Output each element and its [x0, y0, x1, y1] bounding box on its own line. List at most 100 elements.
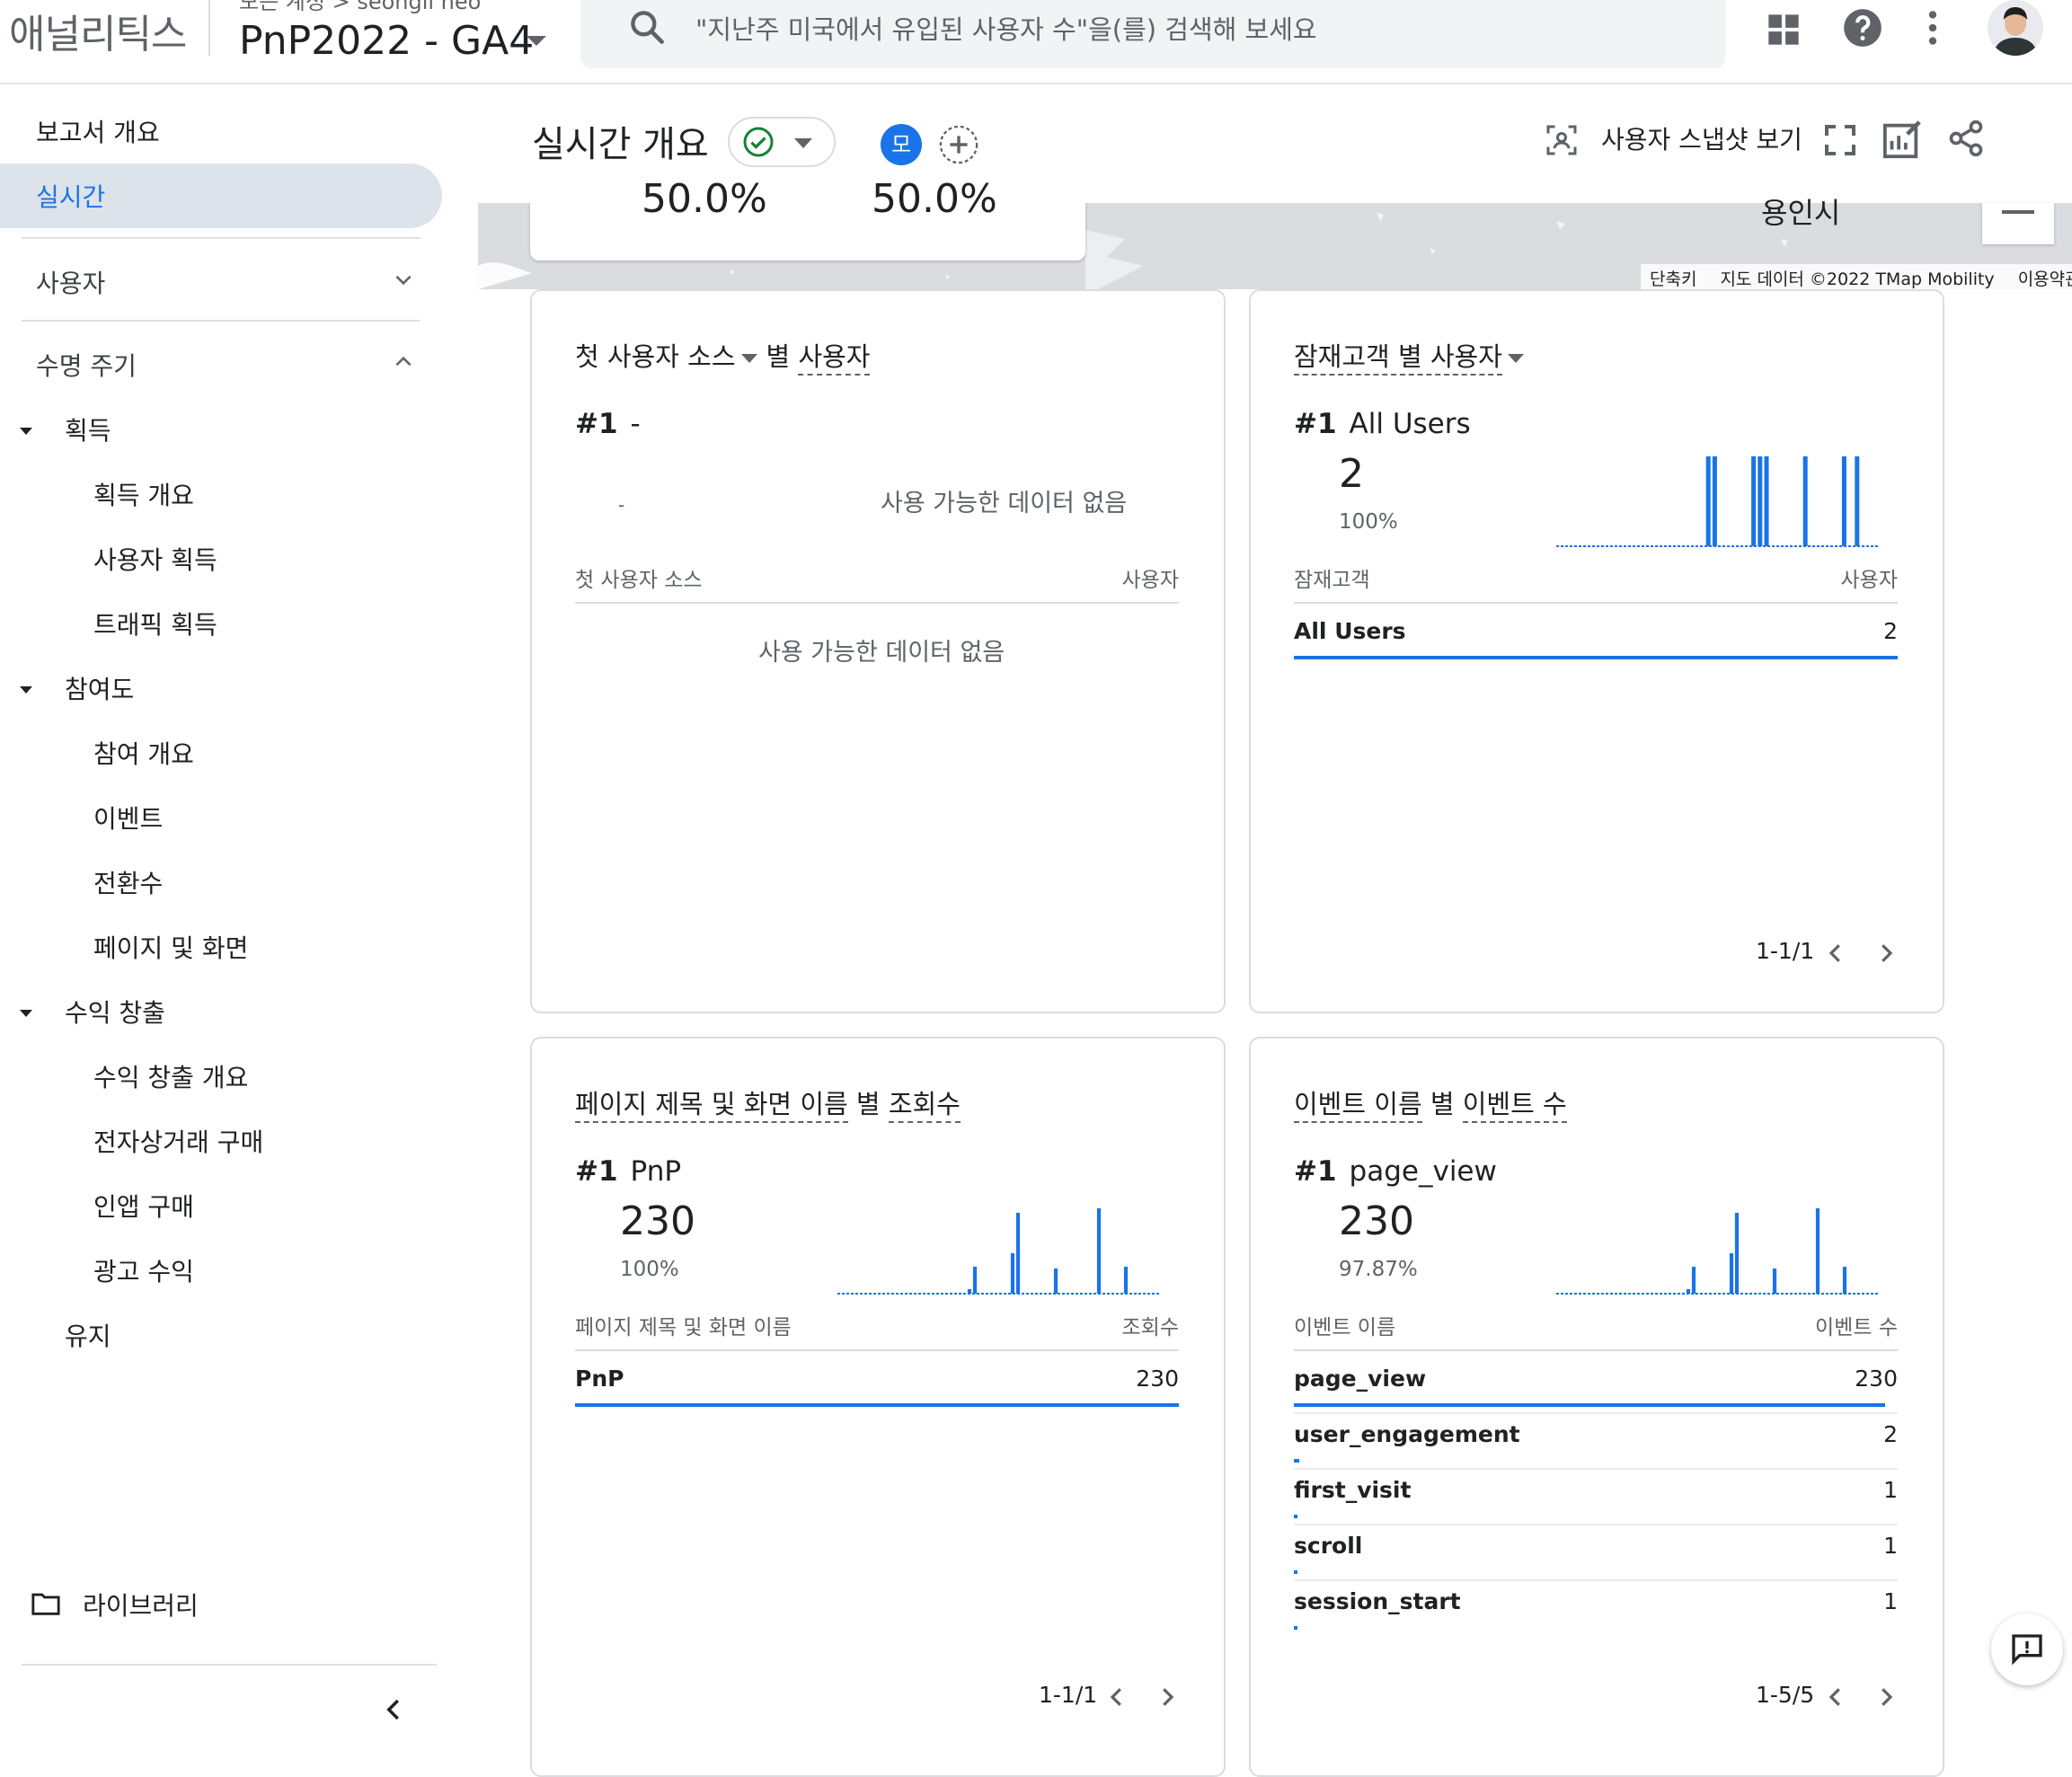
chevron-up-icon[interactable] — [392, 350, 415, 374]
column-header-dimension[interactable]: 잠재고객 — [1294, 562, 1370, 593]
chevron-down-icon[interactable] — [392, 268, 415, 291]
search-input[interactable]: "지난주 미국에서 유입된 사용자 수"을(를) 검색해 보세요 — [695, 9, 1317, 47]
sparkline-bar — [1841, 456, 1846, 546]
chevron-left-icon[interactable] — [1822, 940, 1849, 967]
top-item-label: - — [630, 408, 641, 440]
share-icon[interactable] — [1946, 117, 1986, 160]
sidebar-divider — [22, 237, 421, 239]
column-header-metric[interactable]: 이벤트 수 — [1815, 1310, 1898, 1340]
pagination-label: 1-1/1 — [1756, 938, 1815, 964]
table-row[interactable]: PnP 230 — [575, 1360, 1179, 1414]
dimension-selector[interactable]: 첫 사용자 소스 — [575, 341, 736, 372]
metric-label[interactable]: 이벤트 수 — [1462, 1089, 1567, 1123]
top-bar: 애널리틱스 모든 계정 > seongil heo PnP2022 - GA4 … — [0, 0, 2072, 84]
feedback-icon — [2012, 1634, 2042, 1666]
table-row[interactable]: All Users 2 — [1294, 613, 1898, 667]
sidebar-section-user[interactable]: 사용자 — [36, 264, 105, 300]
sidebar-item-monetization[interactable]: 수익 창출 — [65, 994, 165, 1030]
more-vert-icon[interactable] — [1910, 5, 1955, 50]
column-header-metric[interactable]: 사용자 — [1841, 562, 1898, 593]
column-header-metric[interactable]: 사용자 — [1122, 562, 1179, 593]
pagination-label: 1-1/1 — [1039, 1682, 1098, 1708]
table-row[interactable]: session_start 1 — [1294, 1583, 1898, 1637]
add-comparison-icon[interactable] — [938, 124, 979, 165]
dropdown-caret-icon[interactable] — [740, 354, 757, 363]
expand-triangle-icon[interactable] — [20, 428, 32, 435]
table-row[interactable]: page_view 230 — [1294, 1360, 1898, 1414]
column-header-dimension[interactable]: 이벤트 이름 — [1294, 1310, 1395, 1340]
chevron-left-icon[interactable] — [1822, 1684, 1849, 1711]
account-breadcrumb[interactable]: 모든 계정 > seongil heo — [239, 0, 481, 15]
card-title-by: 별 — [1430, 1089, 1455, 1119]
sidebar-item-ad-revenue[interactable]: 광고 수익 — [93, 1252, 194, 1288]
app-name[interactable]: 애널리틱스 — [9, 2, 187, 59]
card-first-user-source: 첫 사용자 소스 별 사용자 #1- - 사용 가능한 데이터 없음 첫 사용자 … — [530, 289, 1226, 1013]
dimension-selector[interactable]: 잠재고객 별 사용자 — [1294, 341, 1502, 376]
feedback-button[interactable] — [1991, 1613, 2063, 1685]
chevron-right-icon[interactable] — [1873, 940, 1899, 967]
top-item: #1- — [575, 408, 641, 440]
user-snapshot-button[interactable]: 사용자 스냅샷 보기 — [1601, 120, 1802, 156]
card-title: 첫 사용자 소스 별 사용자 — [575, 336, 871, 376]
property-dropdown-caret-icon[interactable] — [527, 36, 546, 46]
column-header-dimension[interactable]: 첫 사용자 소스 — [575, 562, 703, 593]
dimension-label[interactable]: 페이지 제목 및 화면 이름 — [575, 1089, 848, 1123]
sidebar-item-acquisition-overview[interactable]: 획득 개요 — [93, 476, 194, 512]
avatar[interactable] — [1988, 0, 2043, 56]
expand-triangle-icon[interactable] — [20, 686, 32, 694]
column-header-dimension[interactable]: 페이지 제목 및 화면 이름 — [575, 1310, 792, 1340]
search-icon[interactable] — [627, 7, 667, 47]
collapse-sidebar-icon[interactable] — [381, 1696, 408, 1723]
sidebar-item-library[interactable]: 라이브러리 — [83, 1587, 199, 1622]
dropdown-caret-icon[interactable] — [1507, 354, 1524, 363]
data-status-chip[interactable] — [728, 117, 836, 167]
row-label: PnP — [575, 1366, 624, 1392]
dimension-label[interactable]: 이벤트 이름 — [1294, 1089, 1422, 1123]
sidebar-item-report-overview[interactable]: 보고서 개요 — [36, 113, 160, 149]
sidebar-item-user-acquisition[interactable]: 사용자 획득 — [93, 541, 217, 577]
sidebar-item-acquisition[interactable]: 획득 — [65, 411, 111, 447]
sidebar-item-events[interactable]: 이벤트 — [93, 800, 163, 835]
sidebar-item-retention[interactable]: 유지 — [65, 1317, 111, 1353]
row-divider — [1294, 1412, 1898, 1414]
sidebar-item-ecommerce-purchases[interactable]: 전자상거래 구매 — [93, 1123, 263, 1159]
expand-triangle-icon[interactable] — [20, 1010, 32, 1017]
chevron-right-icon[interactable] — [1154, 1684, 1181, 1711]
sidebar-item-monetization-overview[interactable]: 수익 창출 개요 — [93, 1058, 248, 1094]
sidebar-item-engagement-overview[interactable]: 참여 개요 — [93, 735, 194, 771]
apps-icon[interactable] — [1761, 7, 1806, 52]
map-shortcuts-link[interactable]: 단축키 — [1650, 266, 1696, 291]
table-row[interactable]: first_visit 1 — [1294, 1472, 1898, 1525]
sparkline-bar — [1764, 456, 1769, 546]
table-row[interactable]: user_engagement 2 — [1294, 1416, 1898, 1470]
top-rank: #1 — [1294, 408, 1337, 440]
sidebar-item-realtime-label[interactable]: 실시간 — [36, 178, 105, 214]
row-value: 1 — [1883, 1533, 1898, 1559]
sidebar-item-engagement[interactable]: 참여도 — [65, 670, 134, 706]
folder-icon[interactable] — [31, 1590, 61, 1617]
customize-report-icon[interactable] — [1882, 119, 1923, 160]
map-zoom-out-button[interactable] — [1982, 203, 2054, 244]
chevron-right-icon[interactable] — [1873, 1684, 1899, 1711]
help-icon[interactable] — [1840, 5, 1885, 50]
sidebar-item-in-app-purchases[interactable]: 인앱 구매 — [93, 1188, 194, 1224]
comparison-chip[interactable]: 모 — [881, 124, 922, 165]
sidebar-item-conversions[interactable]: 전환수 — [93, 864, 163, 900]
minus-icon — [2002, 210, 2034, 214]
metric-label[interactable]: 사용자 — [798, 341, 871, 376]
map-terms-link[interactable]: 이용약관 — [2018, 266, 2072, 291]
table-row[interactable]: scroll 1 — [1294, 1527, 1898, 1581]
fullscreen-icon[interactable] — [1822, 122, 1858, 158]
property-selector[interactable]: PnP2022 - GA4 — [239, 18, 534, 64]
sidebar-item-pages-screens[interactable]: 페이지 및 화면 — [93, 929, 248, 965]
metric-label[interactable]: 조회수 — [888, 1089, 961, 1123]
row-share-bar — [1294, 1403, 1885, 1407]
sidebar-section-lifecycle[interactable]: 수명 주기 — [36, 347, 137, 383]
column-header-metric[interactable]: 조회수 — [1122, 1310, 1179, 1340]
row-share-bar — [1294, 1459, 1299, 1463]
user-snapshot-icon[interactable] — [1545, 124, 1578, 156]
row-share-bar — [1294, 1626, 1297, 1630]
sidebar-item-traffic-acquisition[interactable]: 트래픽 획득 — [93, 606, 217, 641]
search-bar[interactable]: "지난주 미국에서 유입된 사용자 수"을(를) 검색해 보세요 — [580, 0, 1725, 68]
chevron-left-icon[interactable] — [1103, 1684, 1130, 1711]
